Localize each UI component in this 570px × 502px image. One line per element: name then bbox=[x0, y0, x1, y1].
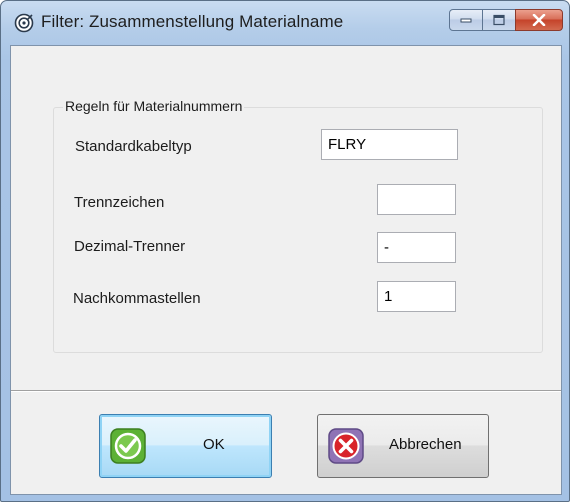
groupbox-title: Regeln für Materialnummern bbox=[63, 98, 245, 114]
standardkabeltyp-label: Standardkabeltyp bbox=[75, 138, 192, 155]
nachkommastellen-label: Nachkommastellen bbox=[73, 290, 201, 307]
filter-dialog-window: Filter: Zusammenstellung Materialname Re… bbox=[0, 0, 570, 502]
caption-buttons bbox=[449, 9, 563, 33]
dezimal-trenner-label: Dezimal-Trenner bbox=[74, 238, 186, 255]
target-icon bbox=[14, 13, 34, 33]
dezimal-trenner-input[interactable] bbox=[377, 232, 456, 263]
trennzeichen-label: Trennzeichen bbox=[74, 194, 165, 211]
checkmark-icon bbox=[110, 428, 146, 464]
ok-button[interactable]: OK bbox=[99, 414, 272, 478]
maximize-button[interactable] bbox=[482, 9, 516, 31]
close-button[interactable] bbox=[515, 9, 563, 31]
dialog-client-area: Regeln für Materialnummern Standardkabel… bbox=[10, 45, 562, 495]
separator-highlight bbox=[11, 391, 561, 392]
minimize-icon bbox=[460, 18, 472, 23]
trennzeichen-input[interactable] bbox=[377, 184, 456, 215]
nachkommastellen-input[interactable] bbox=[377, 281, 456, 312]
close-icon bbox=[532, 14, 546, 26]
title-bar[interactable]: Filter: Zusammenstellung Materialname bbox=[1, 1, 569, 45]
minimize-button[interactable] bbox=[449, 9, 483, 31]
ok-button-label: OK bbox=[203, 436, 225, 453]
x-circle-icon bbox=[328, 428, 364, 464]
cancel-button-label: Abbrechen bbox=[389, 436, 462, 453]
cancel-button[interactable]: Abbrechen bbox=[317, 414, 489, 478]
standardkabeltyp-input[interactable] bbox=[321, 129, 458, 160]
maximize-icon bbox=[493, 14, 505, 26]
window-title: Filter: Zusammenstellung Materialname bbox=[41, 12, 344, 31]
